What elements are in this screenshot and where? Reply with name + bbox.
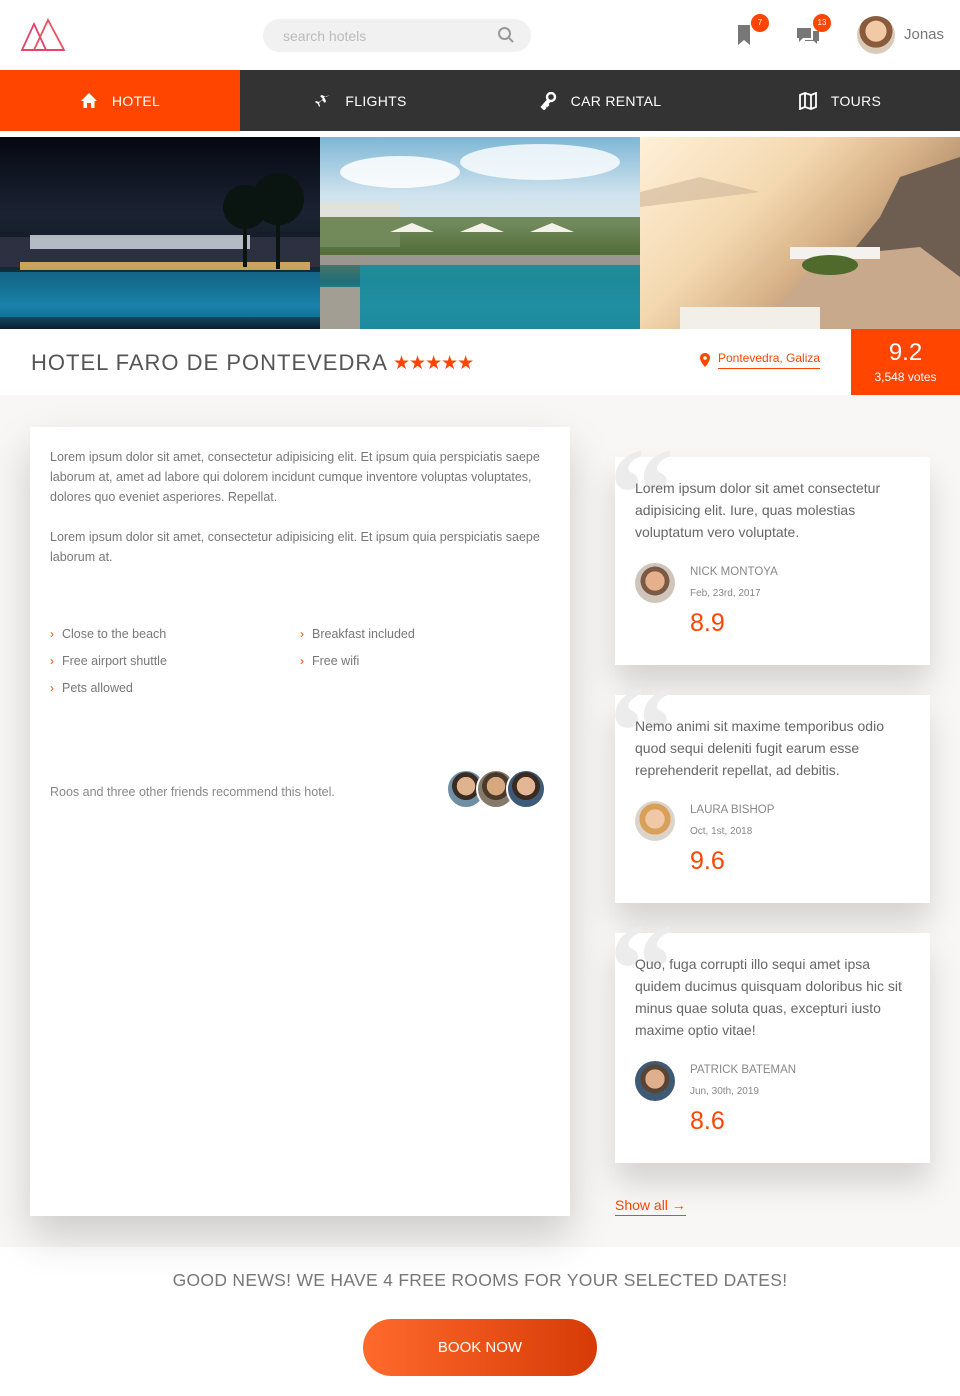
feature-label: Pets allowed [62,681,133,695]
rating-votes: 3,548 votes [874,370,937,384]
chevron-right-icon: › [50,627,54,641]
feature-item: › Free airport shuttle [50,654,167,668]
review-card: “ Lorem ipsum dolor sit amet consectetur… [609,429,930,665]
header: 7 13 Jonas [0,0,960,70]
description-paragraph-2: Lorem ipsum dolor sit amet, consectetur … [50,530,540,564]
feature-label: Close to the beach [62,627,167,641]
review-text: Lorem ipsum dolor sit amet consectetur a… [635,480,881,540]
review-date: Jun, 30th, 2019 [690,1086,759,1097]
search-bar [263,19,531,52]
chevron-right-icon: › [300,654,304,668]
main-nav: Hotel Flights Car Rental Tours [0,70,960,131]
reviewer-avatar [635,801,675,841]
messages-badge: 13 [813,14,831,32]
feature-label: Free airport shuttle [62,654,167,668]
reviewer-avatar [635,1061,675,1101]
chevron-right-icon: › [300,627,304,641]
search-icon[interactable] [497,26,515,44]
photo-gallery [0,137,960,329]
tab-car-rental[interactable]: Car Rental [480,70,720,131]
search-input[interactable] [263,19,483,52]
tab-flights-label: Flights [345,92,407,109]
bookmarks-badge: 7 [751,14,769,32]
reviewer-name: Patrick Bateman [690,1064,797,1076]
rating-score: 9.2 [888,339,923,366]
location-pin-icon [700,353,710,367]
location-link[interactable]: Pontevedra, Galiza [718,351,821,369]
show-all-reviews-link[interactable]: Show all → [615,1197,686,1216]
map-icon [798,91,817,110]
content-area: Lorem ipsum dolor sit amet, consectetur … [0,395,960,1247]
messages-button[interactable]: 13 [795,14,831,48]
tab-hotel-label: Hotel [111,92,161,109]
review-score: 9.6 [690,847,725,875]
review-date: Oct, 1st, 2018 [690,826,753,837]
bookmarks-button[interactable]: 7 [733,14,769,48]
user-name: Jonas [904,26,945,43]
review-card: “ Quo, fuga corrupti illo sequi amet ips… [609,905,930,1163]
description-paragraph-1: Lorem ipsum dolor sit amet, consectetur … [50,450,540,504]
feature-item: › Close to the beach [50,627,166,641]
user-avatar [857,16,895,54]
friends-recommend-text: Roos and three other friends recommend t… [50,785,335,799]
description-card: Lorem ipsum dolor sit amet, consectetur … [30,427,570,1216]
feature-item: › Free wifi [300,654,359,668]
gallery-photo-day-pool[interactable] [320,137,640,329]
review-card: “ Nemo animi sit maxime temporibus odio … [609,667,930,903]
hotel-title: Hotel Faro de Pontevedra [31,350,388,375]
review-text: Nemo animi sit maxime temporibus odio qu… [635,718,884,778]
gallery-photo-night-pool[interactable] [0,137,320,329]
logo-icon[interactable] [20,16,66,54]
tab-flights[interactable]: Flights [240,70,480,131]
reviewer-name: Nick Montoya [690,566,778,578]
tab-tours-label: Tours [830,92,882,109]
feature-item: › Breakfast included [300,627,415,641]
chevron-right-icon: › [50,681,54,695]
chevron-right-icon: › [50,654,54,668]
review-text: Quo, fuga corrupti illo sequi amet ipsa … [635,956,902,1038]
hotel-location: Pontevedra, Galiza [700,351,821,369]
reviewer-avatar [635,563,675,603]
tab-hotel[interactable]: Hotel [0,70,240,131]
feature-label: Free wifi [312,654,360,668]
review-score: 8.6 [690,1107,725,1135]
friend-avatar[interactable] [506,769,546,809]
feature-item: › Pets allowed [50,681,133,695]
reviewer-name: Laura Bishop [690,804,775,816]
feature-label: Breakfast included [312,627,415,641]
airplane-icon [315,94,331,107]
key-icon [540,91,556,110]
availability-message: Good news! We have 4 free rooms for your… [172,1270,788,1290]
rating-box: 9.2 3,548 votes [851,329,960,395]
review-date: Feb, 23rd, 2017 [690,588,761,599]
book-now-button[interactable]: Book now [363,1319,597,1376]
hotel-title-bar: Hotel Faro de Pontevedra ★★★★★ Pontevedr… [0,329,960,395]
gallery-photo-cliff-terrace[interactable] [640,137,960,329]
home-icon [80,92,97,108]
tab-tours[interactable]: Tours [720,70,960,131]
star-rating: ★★★★★ [393,353,474,374]
tab-car-rental-label: Car Rental [570,92,662,109]
review-score: 8.9 [690,609,725,637]
